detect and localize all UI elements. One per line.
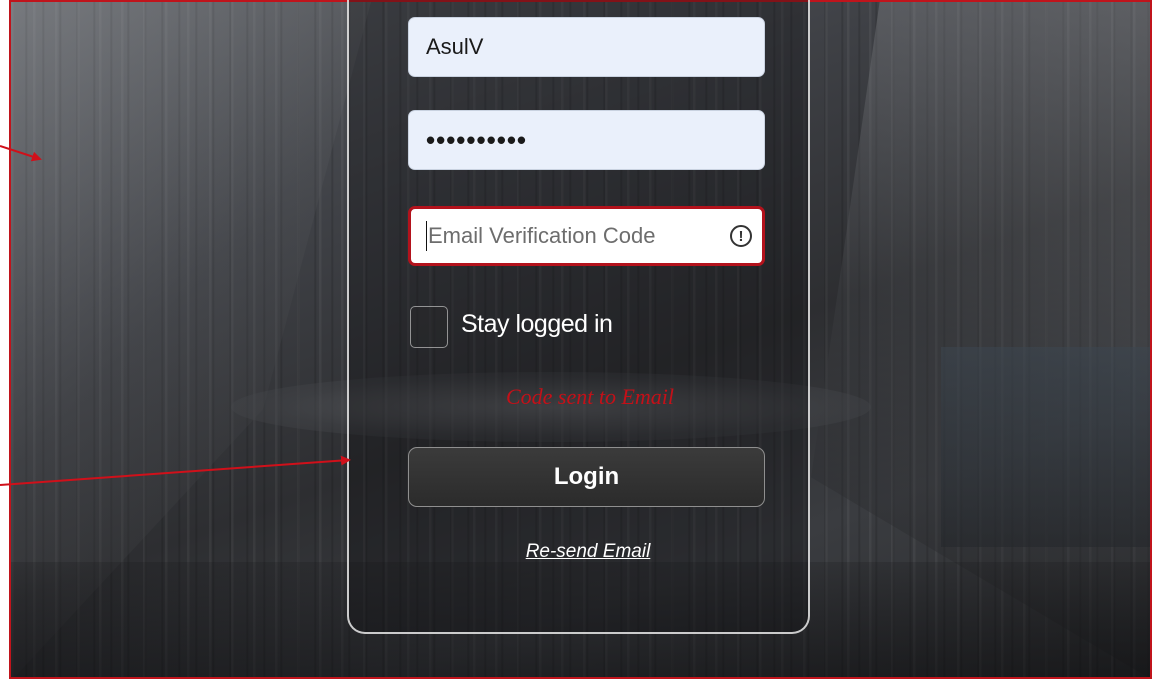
text-cursor: [426, 221, 427, 251]
email-verification-code-input[interactable]: Email Verification Code !: [408, 206, 765, 266]
username-value: AsulV: [426, 34, 484, 59]
background-block: [941, 347, 1150, 547]
login-button[interactable]: Login: [408, 447, 765, 507]
username-field[interactable]: AsulV: [408, 17, 765, 77]
exclamation-circle-icon: !: [730, 225, 752, 247]
status-message: Code sent to Email: [505, 384, 675, 409]
stay-logged-in-label[interactable]: Stay logged in: [461, 310, 613, 339]
code-placeholder: Email Verification Code: [428, 223, 656, 248]
password-field[interactable]: ••••••••••: [408, 110, 765, 170]
password-value: ••••••••••: [426, 124, 528, 155]
resend-email-link[interactable]: Re-send Email: [460, 541, 716, 563]
stay-logged-in-checkbox[interactable]: [410, 306, 448, 348]
